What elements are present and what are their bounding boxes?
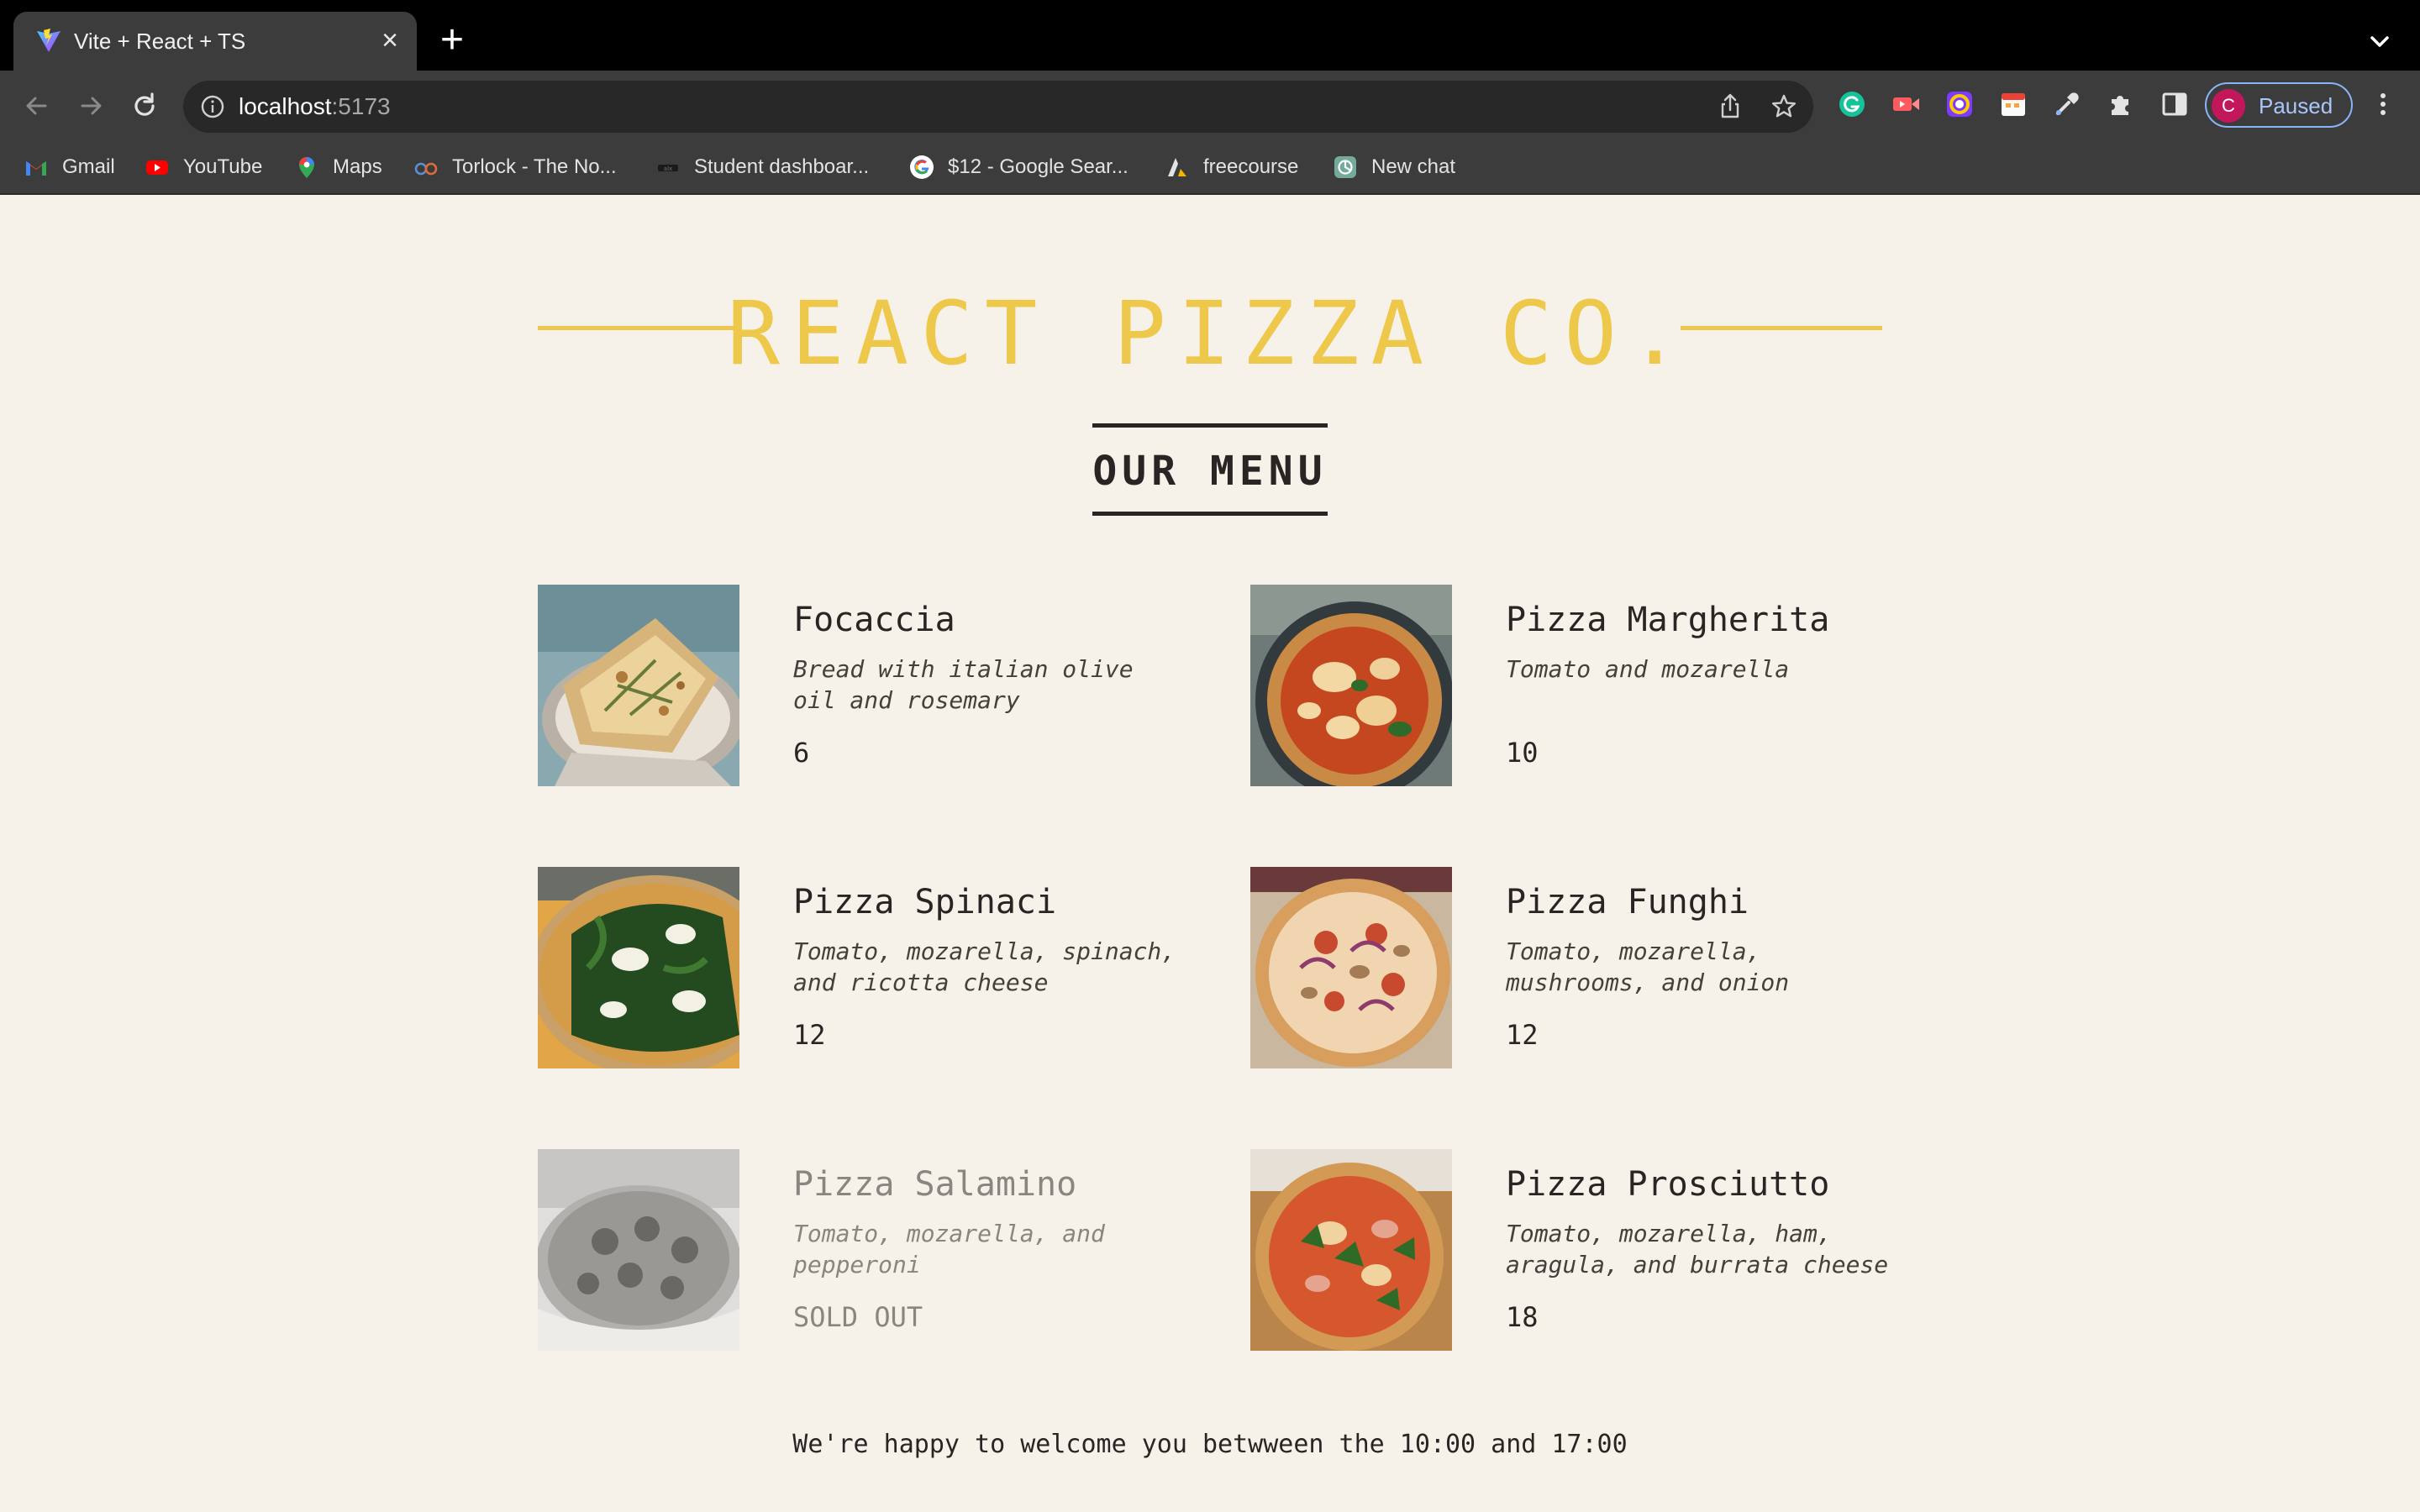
bookmark-new-chat[interactable]: New chat: [1333, 151, 1455, 183]
bookmark-label: Student dashboar...: [694, 155, 870, 178]
bookmark-maps[interactable]: Maps: [294, 151, 382, 183]
freecourse-icon: [1168, 158, 1186, 176]
grammarly-extension-icon[interactable]: [1837, 89, 1867, 119]
pizza-name: Pizza Salamino: [793, 1165, 1077, 1204]
reload-icon[interactable]: [128, 89, 161, 123]
pizza-photo: [1250, 585, 1452, 786]
pizza-ingredients: Tomato, mozarella, spinach, and ricotta …: [793, 937, 1176, 996]
bookmark-label: Gmail: [62, 155, 115, 178]
pizza-name: Pizza Funghi: [1506, 883, 1749, 921]
url-port: :5173: [331, 93, 391, 119]
student-dashboard-icon: alx: [658, 165, 678, 172]
bookmark-star-icon[interactable]: [1770, 92, 1798, 121]
pizza-ingredients: Tomato, mozarella, ham, aragula, and bur…: [1506, 1220, 1889, 1278]
eyedropper-extension-icon[interactable]: [2052, 89, 2082, 119]
pizza-photo: [1250, 1149, 1452, 1351]
bookmark-label: Maps: [333, 155, 382, 178]
vite-logo-icon: [37, 29, 60, 52]
screen-recorder-extension-icon[interactable]: [1891, 89, 1921, 119]
pizza-price: 12: [793, 1019, 826, 1051]
google-icon: [910, 155, 934, 179]
maps-icon: [299, 157, 314, 178]
bookmark-label: New chat: [1371, 155, 1456, 178]
pizza-photo: [538, 585, 739, 786]
menu-heading-block: OUR MENU: [1092, 423, 1328, 516]
new-tab-icon[interactable]: +: [434, 20, 471, 60]
sold-out-label: SOLD OUT: [793, 1301, 923, 1333]
pizza-price: 6: [793, 737, 810, 769]
browser-tab-bar: Vite + React + TS × +: [0, 0, 2420, 71]
pizza-item-funghi: Pizza Funghi Tomato, mozarella, mushroom…: [1250, 867, 1923, 1068]
pizza-price: 12: [1506, 1019, 1539, 1051]
pizza-photo: [1250, 867, 1452, 1068]
bookmarks-bar: Gmail YouTube Maps Torlock - The No... a…: [0, 141, 2420, 195]
svg-text:alx: alx: [664, 165, 672, 172]
profile-button[interactable]: C Paused: [2205, 82, 2353, 128]
bookmark-torlock[interactable]: Torlock - The No...: [413, 151, 617, 183]
pizza-ingredients: Tomato and mozarella: [1506, 655, 1790, 683]
bookmark-student-dashboard[interactable]: alx Student dashboar...: [655, 151, 869, 183]
pizza-name: Pizza Spinaci: [793, 883, 1057, 921]
site-header: REACT PIZZA CO.: [538, 237, 1882, 380]
chevron-down-icon[interactable]: [2363, 25, 2396, 59]
profile-status: Paused: [2259, 93, 2333, 118]
pizza-price: 18: [1506, 1301, 1539, 1333]
forward-arrow-icon[interactable]: [74, 89, 108, 123]
bookmark-gmail[interactable]: Gmail: [24, 151, 115, 183]
bookmark-label: $12 - Google Sear...: [948, 155, 1128, 178]
pizza-photo: [538, 1149, 739, 1351]
pizza-name: Focaccia: [793, 601, 955, 639]
color-picker-extension-icon[interactable]: [1944, 89, 1975, 119]
pizza-ingredients: Bread with italian olive oil and rosemar…: [793, 655, 1134, 714]
page-content: REACT PIZZA CO. OUR MENU Focaccia Bread …: [0, 195, 2420, 1512]
pizza-price: 10: [1506, 737, 1539, 769]
youtube-icon: [146, 160, 168, 175]
torlock-icon: [414, 162, 438, 176]
browser-menu-icon[interactable]: [2368, 89, 2398, 119]
pizza-item-spinaci: Pizza Spinaci Tomato, mozarella, spinach…: [538, 867, 1210, 1068]
share-icon[interactable]: [1716, 92, 1744, 121]
pizza-name: Pizza Margherita: [1506, 601, 1830, 639]
back-arrow-icon[interactable]: [20, 89, 54, 123]
side-panel-icon[interactable]: [2160, 89, 2190, 119]
address-bar[interactable]: localhost:5173: [183, 81, 1813, 133]
calendar-extension-icon[interactable]: [1998, 89, 2028, 119]
site-title: REACT PIZZA CO.: [727, 282, 1693, 385]
bookmark-youtube[interactable]: YouTube: [145, 151, 262, 183]
close-tab-icon[interactable]: ×: [375, 25, 405, 55]
bookmark-label: freecourse: [1203, 155, 1299, 178]
extensions-puzzle-icon[interactable]: [2106, 89, 2136, 119]
pizza-item-focaccia: Focaccia Bread with italian olive oil an…: [538, 585, 1210, 786]
bookmark-freecourse[interactable]: freecourse: [1165, 151, 1298, 183]
tab-title: Vite + React + TS: [74, 29, 246, 54]
footer-opening-hours: We're happy to welcome you betwween the …: [792, 1430, 1628, 1459]
menu-heading: OUR MENU: [1092, 448, 1328, 495]
pizza-item-prosciutto: Pizza Prosciutto Tomato, mozarella, ham,…: [1250, 1149, 1923, 1351]
url-text[interactable]: localhost:5173: [239, 92, 391, 121]
pizza-name: Pizza Prosciutto: [1506, 1165, 1830, 1204]
url-host: localhost: [239, 93, 332, 119]
bookmark-google-search[interactable]: $12 - Google Sear...: [909, 151, 1128, 183]
pizza-ingredients: Tomato, mozarella, and pepperoni: [793, 1220, 1105, 1278]
pizza-photo: [538, 867, 739, 1068]
site-info-icon[interactable]: [198, 92, 227, 121]
pizza-item-salamino: Pizza Salamino Tomato, mozarella, and pe…: [538, 1149, 1210, 1351]
pizza-item-margherita: Pizza Margherita Tomato and mozarella 10: [1250, 585, 1923, 786]
bookmark-label: Torlock - The No...: [452, 155, 617, 178]
gmail-icon: [26, 161, 46, 176]
chatgpt-icon: [1334, 156, 1356, 178]
pizza-ingredients: Tomato, mozarella, mushrooms, and onion: [1506, 937, 1790, 996]
bookmark-label: YouTube: [183, 155, 263, 178]
avatar: C: [2212, 89, 2245, 123]
browser-tab-active[interactable]: Vite + React + TS ×: [13, 12, 417, 71]
